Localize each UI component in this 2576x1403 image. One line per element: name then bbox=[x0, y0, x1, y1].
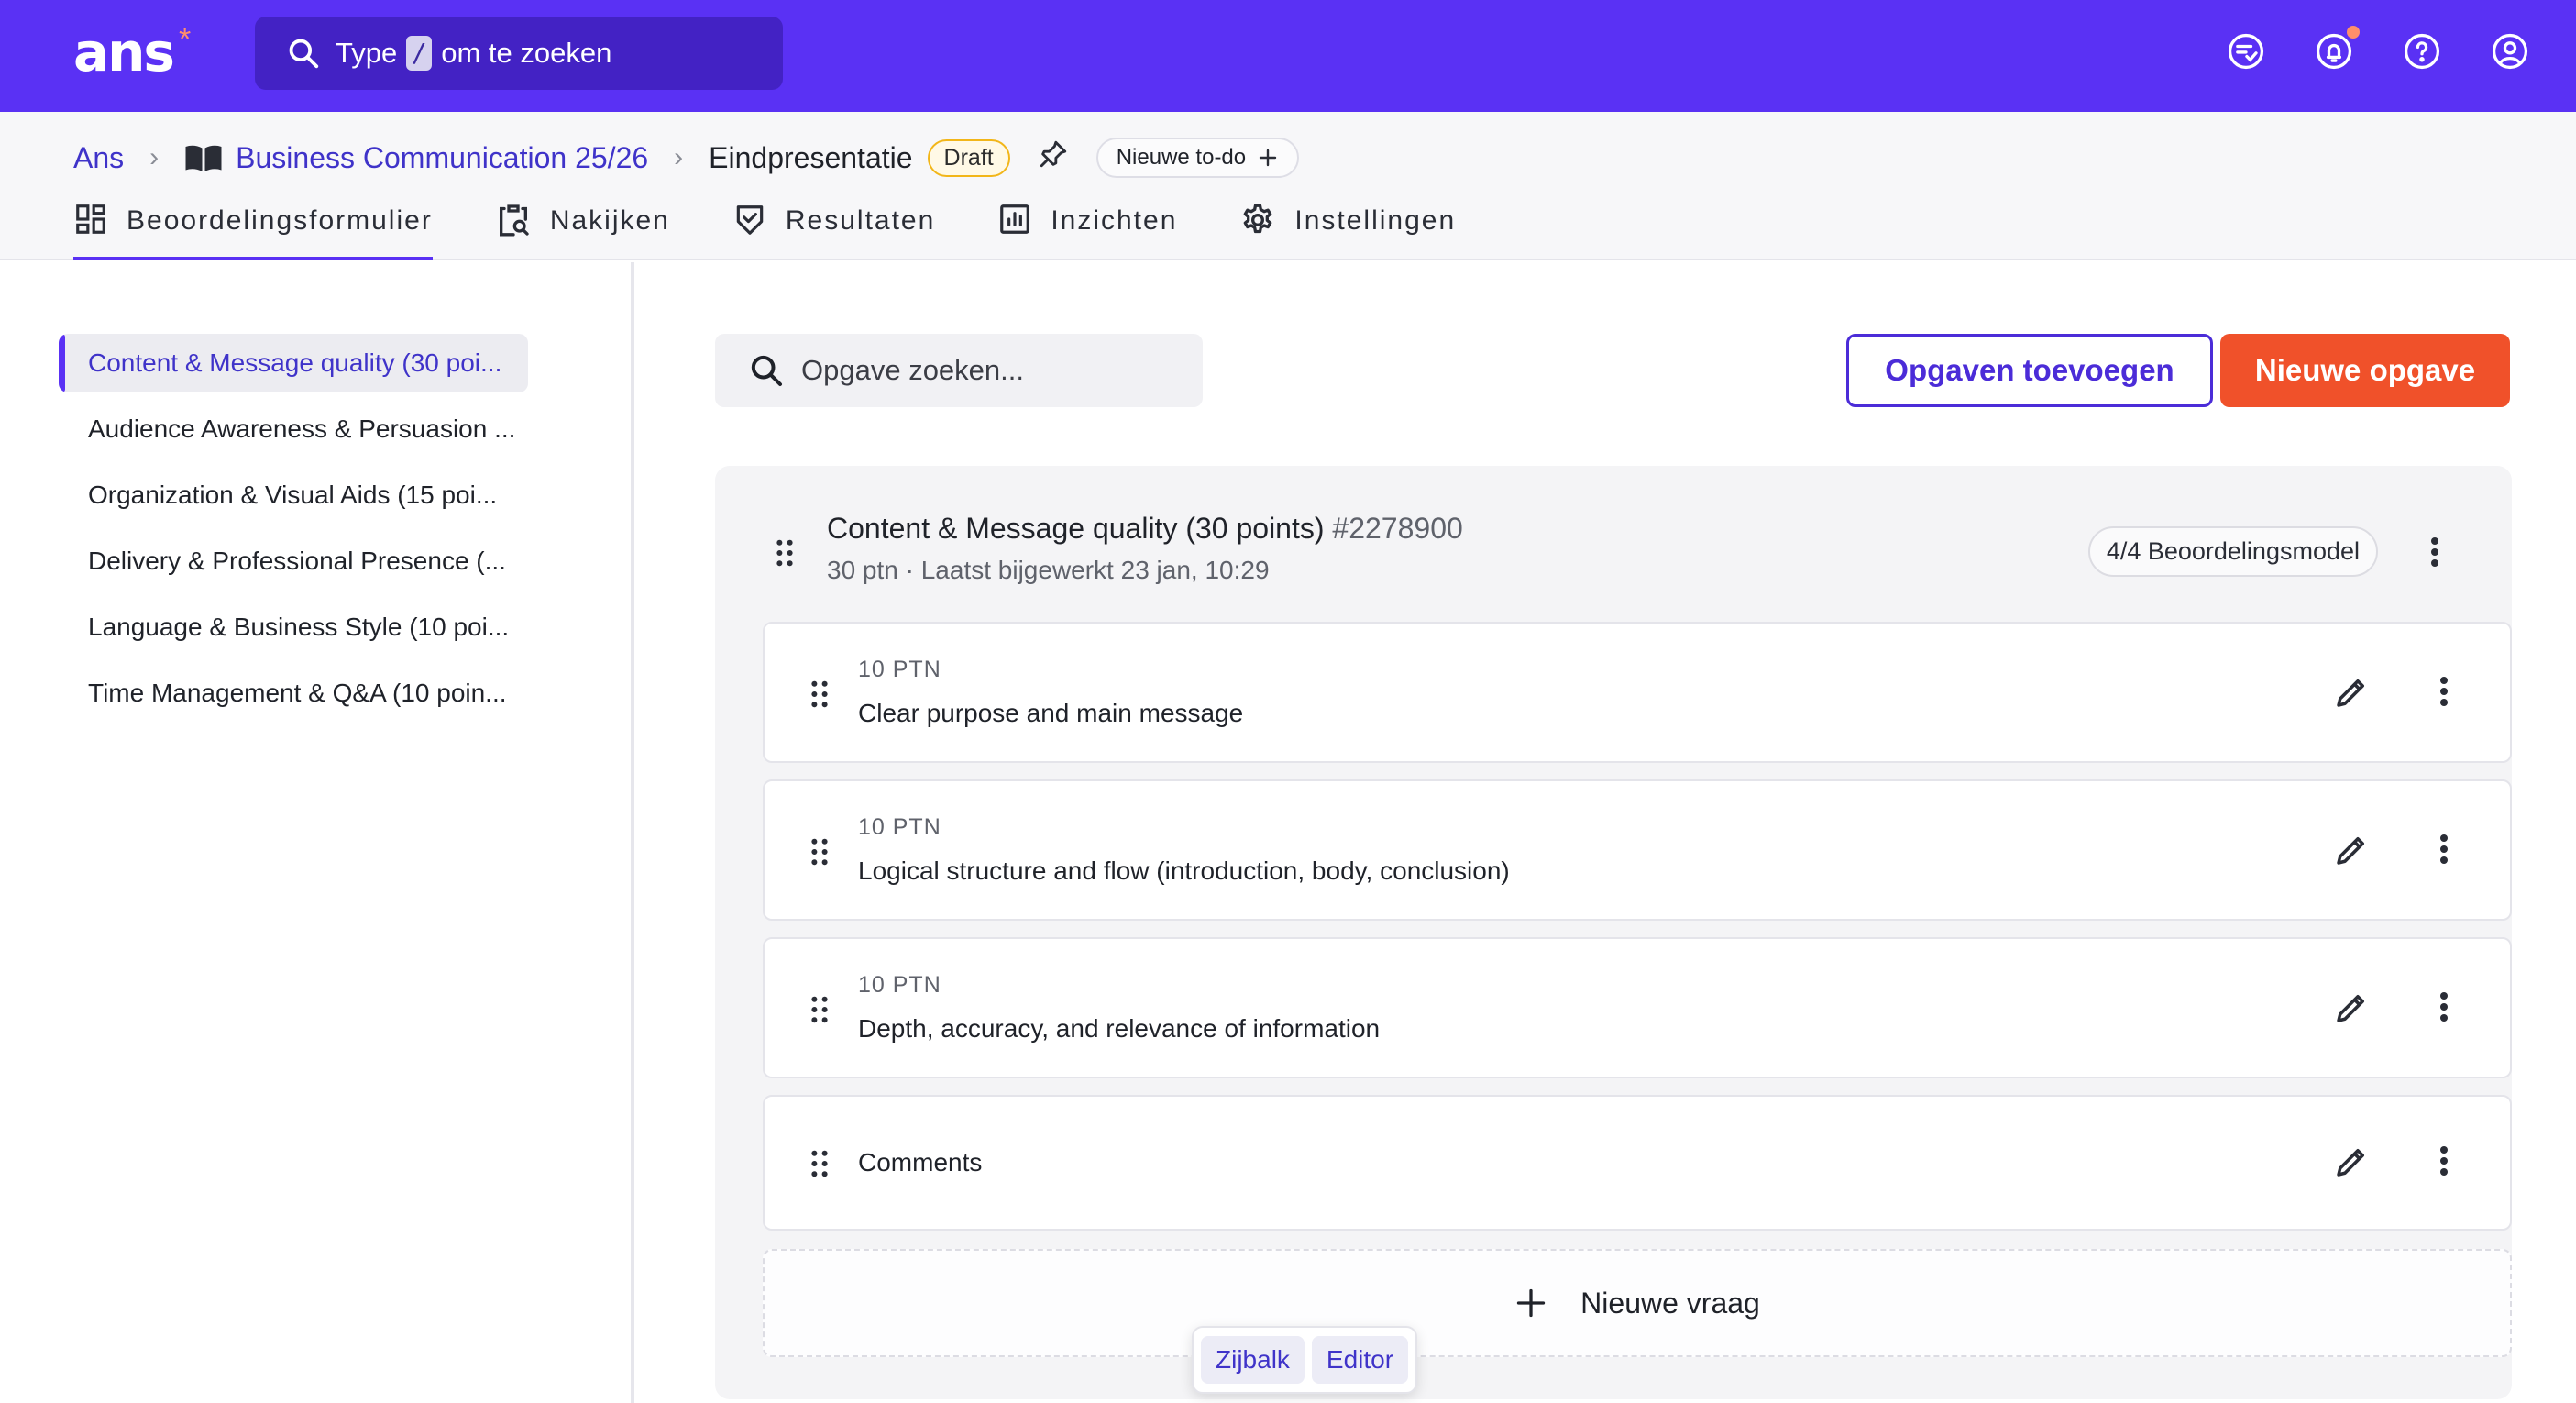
section-subtitle: 30 ptn · Laatst bijgewerkt 23 jan, 10:29 bbox=[827, 556, 1270, 584]
help-icon[interactable] bbox=[2402, 31, 2442, 72]
new-todo-label: Nieuwe to-do bbox=[1116, 145, 1247, 170]
breadcrumb: Ans › Business Communication 25/26 › Ein… bbox=[73, 132, 1300, 183]
pin-icon[interactable] bbox=[1038, 138, 1069, 177]
question-card[interactable]: 10 PTN Depth, accuracy, and relevance of… bbox=[763, 937, 2512, 1078]
chevron-right-icon: › bbox=[149, 142, 160, 172]
chevron-right-icon: › bbox=[674, 142, 684, 172]
tab-label: Inzichten bbox=[1051, 205, 1178, 236]
editor-toggle-button[interactable]: Editor bbox=[1311, 1336, 1409, 1384]
clipboard-search-icon bbox=[499, 204, 529, 237]
drag-handle-icon[interactable] bbox=[776, 539, 794, 571]
question-points: 10 PTN bbox=[858, 657, 941, 682]
sidebar-item-audience-awareness[interactable]: Audience Awareness & Persuasion ... bbox=[59, 400, 528, 458]
more-vertical-icon[interactable] bbox=[2429, 536, 2440, 573]
question-title: Depth, accuracy, and relevance of inform… bbox=[858, 1014, 1381, 1043]
top-bar: ans * Type / om te zoeken bbox=[0, 0, 2576, 112]
section-sidebar: Content & Message quality (30 poi... Aud… bbox=[0, 262, 634, 1403]
search-hint-prefix: Type bbox=[336, 37, 398, 69]
global-search[interactable]: Type / om te zoeken bbox=[255, 17, 783, 90]
tab-bar: Beoordelingsformulier Nakijken Resultate… bbox=[73, 200, 1518, 260]
tab-label: Resultaten bbox=[785, 205, 936, 236]
search-placeholder: Opgave zoeken... bbox=[801, 354, 1024, 386]
drag-handle-icon[interactable] bbox=[810, 680, 829, 713]
plus-icon bbox=[1517, 1288, 1546, 1318]
search-icon bbox=[751, 355, 782, 386]
logo-asterisk: * bbox=[178, 22, 192, 57]
tab-nakijken[interactable]: Nakijken bbox=[495, 200, 670, 260]
gear-icon bbox=[1244, 204, 1272, 234]
add-question-button[interactable]: Nieuwe vraag bbox=[763, 1249, 2512, 1357]
search-icon bbox=[289, 39, 319, 69]
logo[interactable]: ans * bbox=[73, 20, 191, 84]
view-toggle: Zijbalk Editor bbox=[1192, 1326, 1418, 1394]
question-card[interactable]: 10 PTN Clear purpose and main message bbox=[763, 622, 2512, 763]
bar-chart-icon bbox=[1000, 204, 1030, 234]
pencil-icon[interactable] bbox=[2332, 831, 2371, 874]
page-header: Ans › Business Communication 25/26 › Ein… bbox=[0, 112, 2576, 260]
tab-beoordelingsformulier[interactable]: Beoordelingsformulier bbox=[73, 200, 433, 260]
sidebar-toggle-button[interactable]: Zijbalk bbox=[1201, 1336, 1305, 1384]
grading-model-badge[interactable]: 4/4 Beoordelingsmodel bbox=[2087, 526, 2378, 577]
add-questions-button[interactable]: Opgaven toevoegen bbox=[1846, 334, 2213, 407]
tab-label: Beoordelingsformulier bbox=[127, 205, 433, 236]
sidebar-item-time-management[interactable]: Time Management & Q&A (10 poin... bbox=[59, 664, 528, 723]
tasks-icon[interactable] bbox=[2226, 31, 2266, 72]
question-title: Comments bbox=[858, 1148, 983, 1177]
drag-handle-icon[interactable] bbox=[810, 838, 829, 870]
question-title: Logical structure and flow (introduction… bbox=[858, 856, 1510, 885]
tab-inzichten[interactable]: Inzichten bbox=[997, 200, 1177, 260]
question-title: Clear purpose and main message bbox=[858, 699, 1244, 727]
question-points: 10 PTN bbox=[858, 972, 941, 998]
sidebar-item-language[interactable]: Language & Business Style (10 poi... bbox=[59, 598, 528, 657]
tab-label: Nakijken bbox=[549, 205, 670, 236]
tab-resultaten[interactable]: Resultaten bbox=[732, 200, 935, 260]
pencil-icon[interactable] bbox=[2332, 1143, 2371, 1186]
question-search-input[interactable]: Opgave zoeken... bbox=[715, 334, 1203, 407]
question-points: 10 PTN bbox=[858, 814, 941, 840]
drag-handle-icon[interactable] bbox=[810, 1150, 829, 1182]
question-card[interactable]: Comments bbox=[763, 1095, 2512, 1231]
logo-text: ans bbox=[73, 21, 175, 83]
sidebar-item-delivery[interactable]: Delivery & Professional Presence (... bbox=[59, 532, 528, 591]
shield-check-icon bbox=[736, 205, 764, 235]
more-vertical-icon[interactable] bbox=[2438, 1144, 2449, 1182]
section-panel: Content & Message quality (30 points) #2… bbox=[715, 466, 2512, 1399]
add-question-label: Nieuwe vraag bbox=[1580, 1286, 1760, 1320]
breadcrumb-root[interactable]: Ans bbox=[73, 141, 124, 175]
new-todo-button[interactable]: Nieuwe to-do bbox=[1095, 138, 1300, 178]
bell-icon[interactable] bbox=[2314, 26, 2360, 72]
status-badge: Draft bbox=[927, 138, 1010, 177]
more-vertical-icon[interactable] bbox=[2438, 990, 2449, 1028]
question-card[interactable]: 10 PTN Logical structure and flow (intro… bbox=[763, 779, 2512, 921]
section-title-text: Content & Message quality (30 points) bbox=[827, 512, 1325, 545]
sidebar-item-content-message[interactable]: Content & Message quality (30 poi... bbox=[59, 334, 528, 392]
drag-handle-icon[interactable] bbox=[810, 996, 829, 1028]
plus-icon bbox=[1259, 149, 1277, 167]
more-vertical-icon[interactable] bbox=[2438, 675, 2449, 713]
section-title: Content & Message quality (30 points) #2… bbox=[827, 512, 1463, 546]
pencil-icon[interactable] bbox=[2332, 673, 2371, 716]
section-id: #2278900 bbox=[1332, 512, 1463, 545]
dashboard-icon bbox=[76, 204, 105, 234]
search-hint-suffix: om te zoeken bbox=[441, 37, 612, 69]
book-icon bbox=[185, 145, 222, 171]
user-icon[interactable] bbox=[2490, 31, 2530, 72]
tab-instellingen[interactable]: Instellingen bbox=[1239, 200, 1456, 260]
tab-label: Instellingen bbox=[1294, 205, 1457, 236]
notification-dot bbox=[2347, 26, 2360, 39]
new-question-button[interactable]: Nieuwe opgave bbox=[2220, 334, 2510, 407]
search-shortcut-key: / bbox=[406, 36, 433, 71]
breadcrumb-current: Eindpresentatie bbox=[709, 140, 913, 174]
more-vertical-icon[interactable] bbox=[2438, 833, 2449, 870]
pencil-icon[interactable] bbox=[2332, 989, 2371, 1032]
breadcrumb-course[interactable]: Business Communication 25/26 bbox=[236, 141, 648, 175]
sidebar-item-organization[interactable]: Organization & Visual Aids (15 poi... bbox=[59, 466, 528, 525]
